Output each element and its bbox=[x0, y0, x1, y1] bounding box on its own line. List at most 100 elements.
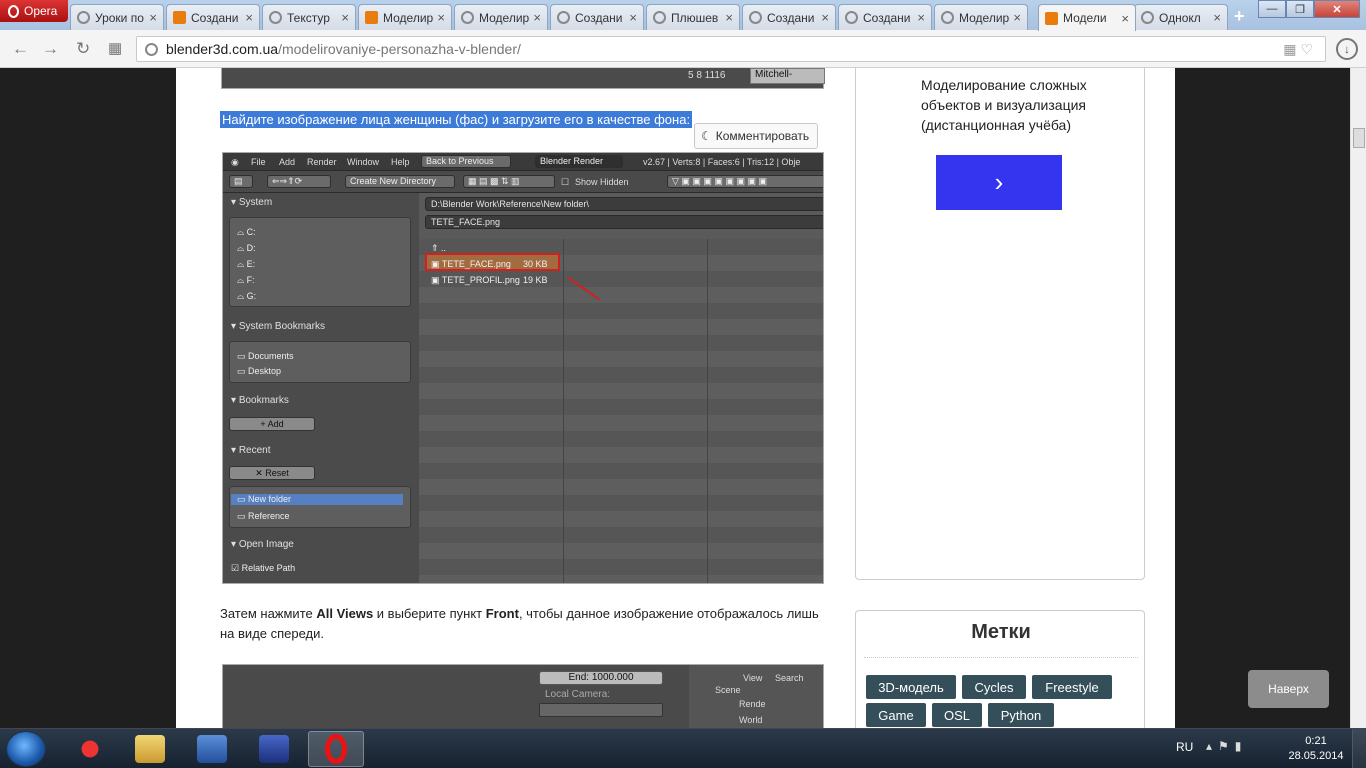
add-bookmark-button: + Add bbox=[229, 417, 315, 431]
toolbar-numbers: 5 8 1116 bbox=[688, 70, 726, 81]
close-window-button[interactable]: ✕ bbox=[1314, 0, 1360, 18]
tab-close-icon[interactable]: × bbox=[1121, 11, 1129, 26]
taskbar-app-red[interactable] bbox=[62, 731, 118, 767]
taskbar-explorer[interactable] bbox=[122, 731, 178, 767]
vertical-scrollbar[interactable] bbox=[1350, 68, 1366, 728]
menu-add: Add bbox=[279, 157, 296, 167]
scrollbar-thumb[interactable] bbox=[1353, 128, 1365, 148]
new-tab-button[interactable]: + bbox=[1234, 6, 1245, 27]
globe-icon bbox=[653, 11, 666, 24]
tab-close-icon[interactable]: × bbox=[437, 10, 445, 25]
tag-python[interactable]: Python bbox=[988, 703, 1054, 727]
address-bar[interactable]: blender3d.com.ua/modelirovaniye-personaz… bbox=[136, 36, 1326, 62]
tab-4[interactable]: Моделир × bbox=[454, 4, 548, 30]
tag-3d-model[interactable]: 3D-модель bbox=[866, 675, 956, 699]
menu-file: File bbox=[251, 157, 266, 167]
tab-label: Модели bbox=[1063, 11, 1107, 25]
tag-freestyle[interactable]: Freestyle bbox=[1032, 675, 1112, 699]
tab-9[interactable]: Моделир × bbox=[934, 4, 1028, 30]
file-size: 19 KB bbox=[523, 275, 548, 285]
menu-render: Render bbox=[307, 157, 337, 167]
taskbar-word[interactable] bbox=[184, 731, 240, 767]
blender-icon bbox=[173, 11, 186, 24]
maximize-button[interactable]: ❐ bbox=[1286, 0, 1314, 18]
show-hidden-label: Show Hidden bbox=[575, 177, 629, 187]
taskbar-opera[interactable] bbox=[308, 731, 364, 767]
url-domain: blender3d.com.ua bbox=[166, 41, 279, 57]
tab-3[interactable]: Моделир × bbox=[358, 4, 452, 30]
page-viewport: 5 8 1116 Mitchell- Найдите изображение л… bbox=[0, 68, 1350, 728]
opera-menu-button[interactable]: Opera bbox=[0, 0, 68, 22]
tag-game[interactable]: Game bbox=[866, 703, 926, 727]
promo-text: Моделирование сложных объектов и визуали… bbox=[921, 77, 1087, 133]
tab-label: Моделир bbox=[383, 10, 434, 25]
tab-11[interactable]: Однокл × bbox=[1134, 4, 1228, 30]
drive-item: ⌓ G: bbox=[237, 291, 257, 301]
tab-label: Создани bbox=[863, 10, 911, 25]
tab-close-icon[interactable]: × bbox=[629, 10, 637, 25]
clock[interactable]: 0:21 28.05.2014 bbox=[1288, 734, 1344, 764]
show-desktop-button[interactable] bbox=[1352, 729, 1366, 768]
tag-cycles[interactable]: Cycles bbox=[962, 675, 1026, 699]
tab-8[interactable]: Создани × bbox=[838, 4, 932, 30]
tab-close-icon[interactable]: × bbox=[725, 10, 733, 25]
tab-label: Моделир bbox=[479, 10, 530, 25]
clock-time: 0:21 bbox=[1305, 735, 1327, 747]
tab-close-icon[interactable]: × bbox=[149, 10, 157, 25]
tab-close-icon[interactable]: × bbox=[1213, 10, 1221, 25]
globe-icon bbox=[557, 11, 570, 24]
second-blender-screenshot: End: 1000.000 Local Camera: View Search … bbox=[222, 664, 824, 728]
tab-1[interactable]: Создани × bbox=[166, 4, 260, 30]
blender-menu-bar: ◉ File Add Render Window Help Back to Pr… bbox=[223, 153, 823, 171]
tab-2[interactable]: Текстур × bbox=[262, 4, 356, 30]
reload-icon[interactable]: ↻ bbox=[76, 39, 90, 59]
tab-0[interactable]: Уроки по × bbox=[70, 4, 164, 30]
globe-icon bbox=[461, 11, 474, 24]
blender-stats: v2.67 | Verts:8 | Faces:6 | Tris:12 | Ob… bbox=[643, 157, 801, 167]
tab-close-icon[interactable]: × bbox=[821, 10, 829, 25]
tray-icons[interactable]: ▴⚑▮ bbox=[1206, 739, 1247, 753]
tab-6[interactable]: Плюшев × bbox=[646, 4, 740, 30]
directory-path-field: D:\Blender Work\Reference\New folder\ bbox=[425, 197, 823, 211]
minimize-button[interactable]: — bbox=[1258, 0, 1286, 18]
bookmark-item: ▭ Documents bbox=[237, 351, 294, 361]
view-mode-icons: ▦ ▤ ▩ ⇅ ▥ bbox=[463, 175, 555, 188]
opera-icon bbox=[325, 734, 347, 764]
show-hidden-checkbox: ☐ bbox=[561, 177, 570, 187]
drive-item: ⌓ C: bbox=[237, 227, 256, 237]
comment-button[interactable]: ☾ Комментировать bbox=[694, 123, 818, 149]
tab-close-icon[interactable]: × bbox=[341, 10, 349, 25]
bookmark-heart-icon[interactable]: ▦♡ bbox=[1283, 41, 1317, 58]
start-button[interactable] bbox=[6, 731, 46, 767]
blender-icon bbox=[365, 11, 378, 24]
file-menu-icon: ▤ bbox=[229, 175, 253, 188]
tab-close-icon[interactable]: × bbox=[245, 10, 253, 25]
promo-next-button[interactable]: › bbox=[936, 155, 1062, 210]
speed-dial-icon[interactable]: ▦ bbox=[108, 39, 122, 57]
back-icon[interactable]: ← bbox=[12, 39, 29, 59]
tab-close-icon[interactable]: × bbox=[917, 10, 925, 25]
tab-label: Однокл bbox=[1159, 10, 1201, 25]
tab-7[interactable]: Создани × bbox=[742, 4, 836, 30]
back-to-top-button[interactable]: Наверх bbox=[1248, 670, 1329, 708]
clock-date: 28.05.2014 bbox=[1288, 750, 1344, 762]
tags-title: Метки bbox=[971, 621, 1031, 643]
url-path: /modelirovaniye-personazha-v-blender/ bbox=[278, 41, 521, 57]
tab-close-icon[interactable]: × bbox=[1013, 10, 1021, 25]
globe-icon bbox=[269, 11, 282, 24]
taskbar-save-app[interactable] bbox=[246, 731, 302, 767]
tab-close-icon[interactable]: × bbox=[533, 10, 541, 25]
tab-5[interactable]: Создани × bbox=[550, 4, 644, 30]
tab-10[interactable]: Модели × bbox=[1038, 4, 1136, 31]
download-icon[interactable]: ↓ bbox=[1336, 38, 1358, 60]
language-indicator[interactable]: RU bbox=[1176, 740, 1193, 754]
forward-icon[interactable]: → bbox=[42, 39, 59, 59]
app-name: Opera bbox=[24, 4, 58, 18]
site-info-icon[interactable] bbox=[145, 42, 158, 56]
blender-sidebar: ▾ System ⌓ C: ⌓ D: ⌓ E: ⌓ F: ⌓ G: ▾ Syst… bbox=[223, 193, 419, 583]
outliner-render: Rende bbox=[739, 699, 766, 709]
globe-icon bbox=[941, 11, 954, 24]
tag-osl[interactable]: OSL bbox=[932, 703, 982, 727]
tags-divider bbox=[864, 657, 1138, 658]
previous-screenshot: 5 8 1116 Mitchell- bbox=[221, 68, 825, 89]
